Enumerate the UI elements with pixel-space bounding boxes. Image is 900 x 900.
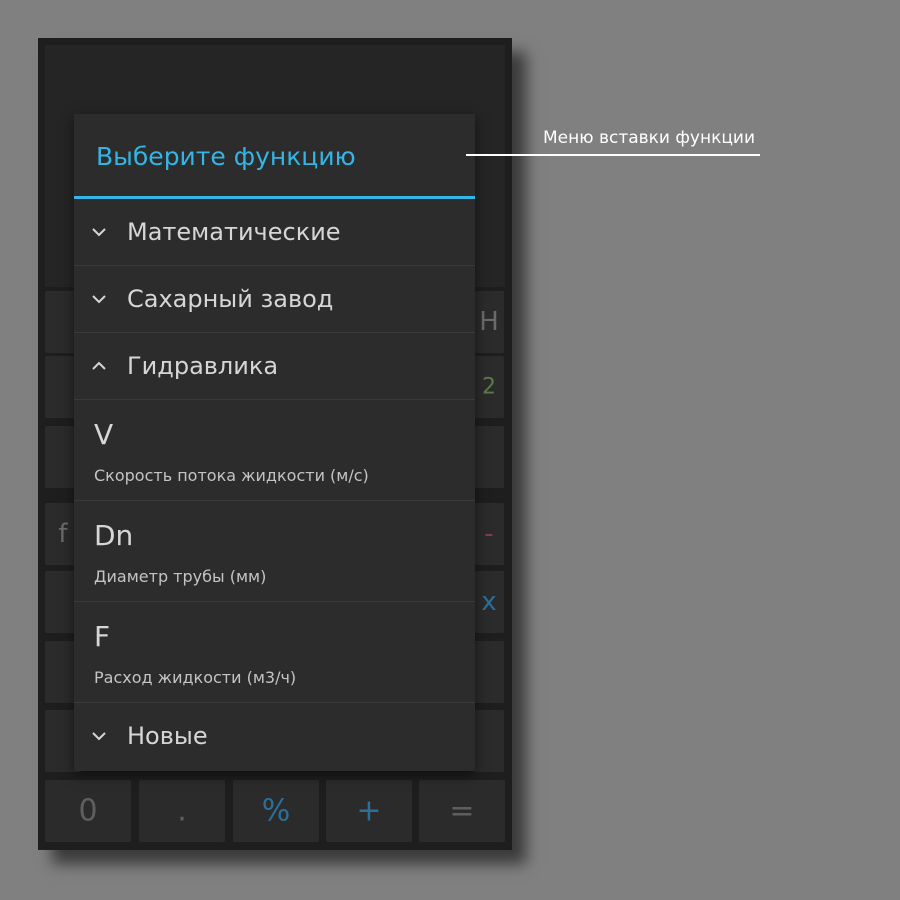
group-label: Математические [127,218,341,246]
chevron-up-icon [88,333,110,399]
group-math[interactable]: Математические [74,199,475,266]
key-decimal-label: . [177,793,187,829]
key-row1-right[interactable]: H [474,291,504,353]
dialog-title: Выберите функцию [74,114,475,199]
chevron-down-icon [88,703,110,769]
key-percent[interactable]: % [233,780,319,842]
key-decimal[interactable]: . [139,780,225,842]
key-equals[interactable]: = [419,780,505,842]
chevron-down-icon [88,199,110,265]
function-symbol: V [94,418,114,451]
key-0[interactable]: 0 [45,780,131,842]
key-row3-right[interactable] [474,426,504,488]
function-symbol: Dn [94,519,134,552]
key-row6-right[interactable] [474,641,504,703]
key-equals-label: = [449,793,475,829]
callout-label: Меню вставки функции [543,128,756,148]
function-description: Диаметр трубы (мм) [94,567,267,586]
callout-line [466,154,760,156]
group-label: Гидравлика [127,352,279,380]
key-row2-right-label: 2 [482,374,496,400]
function-item-dn[interactable]: Dn Диаметр трубы (мм) [74,501,475,602]
group-label: Новые [127,722,208,750]
key-row4-right-label: - [484,519,494,549]
group-new[interactable]: Новые [74,703,475,770]
key-0-label: 0 [78,793,98,829]
function-description: Скорость потока жидкости (м/с) [94,466,369,485]
key-plus-label: + [356,793,382,829]
key-row4-right[interactable]: - [474,503,504,565]
key-row1-right-label: H [479,307,499,337]
key-row5-right-label: x [481,587,497,617]
function-symbol: F [94,620,111,653]
group-sugar-factory[interactable]: Сахарный завод [74,266,475,333]
group-label: Сахарный завод [127,285,334,313]
function-item-f[interactable]: F Расход жидкости (м3/ч) [74,602,475,703]
function-description: Расход жидкости (м3/ч) [94,668,297,687]
chevron-down-icon [88,266,110,332]
function-picker-dialog: Выберите функцию Математические Сахарный… [74,114,475,771]
key-plus[interactable]: + [326,780,412,842]
function-item-v[interactable]: V Скорость потока жидкости (м/с) [74,400,475,501]
group-hydraulics[interactable]: Гидравлика [74,333,475,400]
key-row5-right[interactable]: x [474,571,504,633]
key-percent-label: % [261,793,291,829]
key-row7-right[interactable] [474,710,504,772]
key-row2-right[interactable]: 2 [474,356,504,418]
